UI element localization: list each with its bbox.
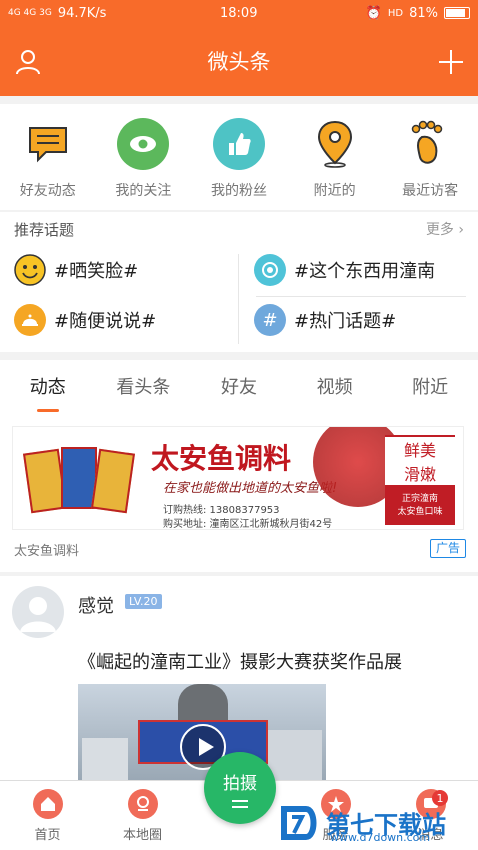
topics-header: 推荐话题 更多 › bbox=[0, 212, 478, 246]
avatar[interactable] bbox=[12, 586, 64, 638]
ad-card[interactable]: 太安鱼调料 在家也能做出地道的太安鱼啦! 订购热线: 13808377953 购… bbox=[0, 412, 478, 572]
building-right bbox=[268, 730, 322, 784]
quick-label: 最近访客 bbox=[402, 183, 459, 199]
home-icon bbox=[32, 789, 63, 819]
eye-icon bbox=[115, 116, 171, 172]
quick-friends-activity[interactable]: 好友动态 bbox=[0, 104, 96, 210]
feed-post[interactable]: 感觉 LV.20 《崛起的潼南工业》摄影大赛获奖作品展 bbox=[0, 576, 478, 784]
quick-recent-visitors[interactable]: 最近访客 bbox=[382, 104, 478, 210]
ad-banner-slogan: 在家也能做出地道的太安鱼啦! bbox=[163, 481, 338, 496]
topic-item[interactable]: #这个东西用潼南 bbox=[254, 254, 435, 286]
post-author[interactable]: 感觉 bbox=[78, 592, 114, 618]
ad-badge: 广告 bbox=[429, 539, 466, 558]
product-package-image bbox=[22, 443, 136, 517]
nav-label: 本地圈 bbox=[122, 828, 162, 843]
quick-my-follows[interactable]: 我的关注 bbox=[96, 104, 192, 210]
stamp-text-mid: 滑嫩 bbox=[385, 461, 455, 485]
quick-actions: 好友动态 我的关注 我的粉丝 附近的 最近访客 bbox=[0, 104, 478, 210]
topic-item[interactable]: # #热门话题# bbox=[254, 304, 396, 336]
menu-bars-icon bbox=[232, 799, 248, 808]
topics-row-divider bbox=[256, 296, 466, 297]
ad-stamp: 鲜美 滑嫩 正宗潼南 太安鱼口味 bbox=[385, 435, 455, 525]
topics-more-link[interactable]: 更多 › bbox=[426, 219, 464, 239]
tab-nearby[interactable]: 附近 bbox=[382, 360, 478, 412]
topics-grid: #晒笑脸# #这个东西用潼南 #随便说说# # #热门话题# bbox=[0, 246, 478, 352]
user-icon[interactable] bbox=[14, 48, 42, 76]
ad-address: 购买地址: 潼南区江北新城秋月街42号 bbox=[163, 519, 333, 530]
battery-text: 81% bbox=[409, 5, 438, 21]
ad-source-label: 太安鱼调料 bbox=[14, 544, 80, 559]
nav-label: 首页 bbox=[34, 828, 61, 843]
stamp-sub-2: 太安鱼口味 bbox=[397, 507, 443, 517]
tab-headlines[interactable]: 看头条 bbox=[96, 360, 192, 412]
site-watermark: 第七下载站 www.d7down.com bbox=[280, 795, 478, 850]
topic-item[interactable]: #随便说说# bbox=[14, 304, 156, 336]
watermark-logo-icon bbox=[281, 805, 317, 840]
smile-icon bbox=[14, 254, 46, 286]
post-title[interactable]: 《崛起的潼南工业》摄影大赛获奖作品展 bbox=[78, 648, 402, 674]
app-header: 微头条 bbox=[0, 26, 478, 96]
stamp-text-top: 鲜美 bbox=[385, 437, 455, 461]
nav-home[interactable]: 首页 bbox=[0, 781, 95, 850]
volte-indicator: HD bbox=[387, 7, 404, 19]
tab-activity[interactable]: 动态 bbox=[0, 360, 96, 412]
chat-bubble-icon bbox=[20, 116, 76, 172]
stamp-sub-1: 正宗潼南 bbox=[401, 494, 438, 504]
ad-banner[interactable]: 太安鱼调料 在家也能做出地道的太安鱼啦! 订购热线: 13808377953 购… bbox=[12, 426, 464, 530]
location-pin-icon bbox=[307, 116, 363, 172]
shoot-button[interactable]: 拍摄 bbox=[204, 752, 276, 824]
topic-label: #这个东西用潼南 bbox=[294, 261, 436, 282]
nav-local-circle[interactable]: 本地圈 bbox=[95, 781, 190, 850]
feed-tabs: 动态 看头条 好友 视频 附近 bbox=[0, 360, 478, 412]
tray-icon bbox=[14, 304, 46, 336]
quick-label: 我的关注 bbox=[115, 183, 172, 199]
ad-banner-title: 太安鱼调料 bbox=[151, 442, 292, 475]
quick-my-fans[interactable]: 我的粉丝 bbox=[191, 104, 287, 210]
thumb-up-icon bbox=[211, 116, 267, 172]
plus-icon[interactable] bbox=[436, 47, 466, 77]
watermark-url: www.d7down.com bbox=[330, 831, 431, 844]
status-bar: 4G 4G 3G 94.7K/s 18:09 ⏰ HD 81% bbox=[0, 0, 478, 26]
recommended-topics: 推荐话题 更多 › #晒笑脸# #这个东西用潼南 #随便说说# # #热门话题# bbox=[0, 212, 478, 352]
topics-title: 推荐话题 bbox=[14, 220, 75, 239]
quick-label: 好友动态 bbox=[19, 183, 76, 199]
quick-label: 我的粉丝 bbox=[210, 183, 267, 199]
tab-video[interactable]: 视频 bbox=[287, 360, 383, 412]
level-badge: LV.20 bbox=[125, 594, 162, 609]
ad-hotline: 订购热线: 13808377953 bbox=[163, 505, 280, 516]
quick-label: 附近的 bbox=[313, 183, 356, 199]
clock: 18:09 bbox=[220, 5, 258, 21]
alarm-icon: ⏰ bbox=[365, 5, 382, 21]
topic-label: #随便说说# bbox=[54, 311, 157, 332]
camera-icon bbox=[254, 254, 286, 286]
footprint-icon bbox=[402, 116, 458, 172]
location-icon bbox=[127, 789, 158, 819]
hashtag-icon: # bbox=[254, 304, 286, 336]
network-indicator: 4G 4G 3G bbox=[8, 8, 52, 18]
topic-item[interactable]: #晒笑脸# bbox=[14, 254, 138, 286]
video-thumbnail[interactable] bbox=[78, 684, 326, 784]
topic-label: #热门话题# bbox=[294, 311, 397, 332]
page-title: 微头条 bbox=[207, 50, 271, 74]
battery-icon bbox=[444, 7, 470, 19]
building-left bbox=[82, 738, 128, 784]
topic-label: #晒笑脸# bbox=[54, 261, 139, 282]
network-speed: 94.7K/s bbox=[57, 5, 107, 21]
shoot-label: 拍摄 bbox=[223, 773, 257, 794]
sculpture-shape bbox=[178, 684, 228, 724]
topics-divider bbox=[238, 254, 239, 344]
quick-nearby[interactable]: 附近的 bbox=[287, 104, 383, 210]
tab-friends[interactable]: 好友 bbox=[191, 360, 287, 412]
